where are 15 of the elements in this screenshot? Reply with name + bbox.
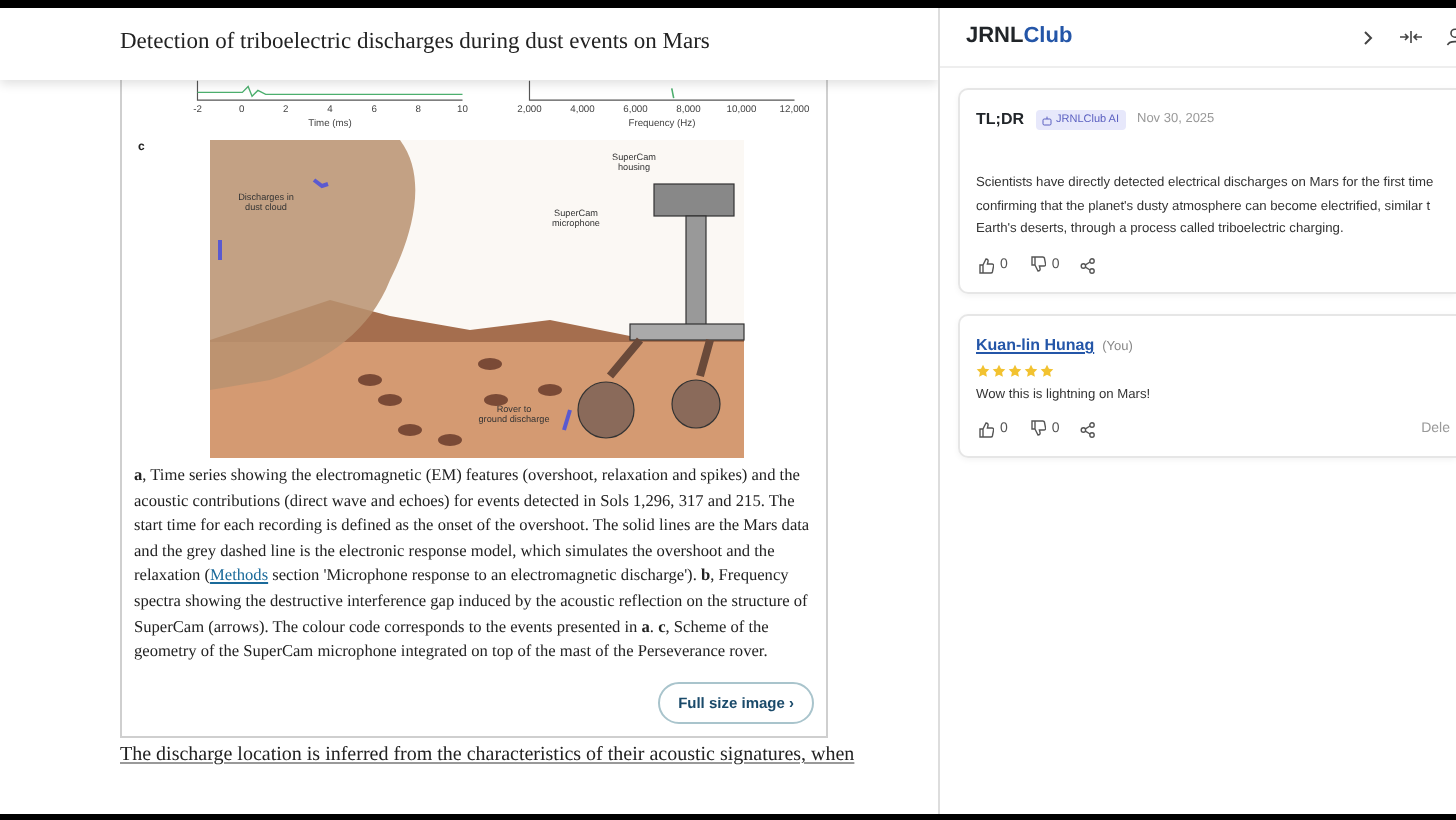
share-icon[interactable] [1079, 421, 1096, 438]
summary-title: TL;DR [976, 108, 1024, 132]
thumbs-down-icon [1027, 256, 1046, 275]
share-icon[interactable] [1079, 257, 1096, 274]
thumbs-up-icon [976, 420, 994, 439]
chevron-right-icon[interactable] [1360, 29, 1376, 45]
thumbs-up-icon [976, 256, 994, 275]
article-title: Detection of triboelectric discharges during dust events on Mars [120, 30, 710, 58]
thumbs-down-icon [1027, 420, 1046, 439]
methods-link[interactable]: Methods [210, 566, 269, 585]
author-link[interactable]: Kuan-lin Hunag [976, 334, 1095, 358]
collapse-icon[interactable] [1400, 30, 1422, 44]
jrnlclub-logo: JRNLClub [966, 22, 1073, 53]
article-paragraph: The discharge location is inferred from the characteristics of their acoustic signatures, when [120, 744, 857, 768]
figure-caption: a, Time series showing the electromagnetic (EM) features (overshoot, relaxation and spikes) and the acoustic contributions (direct wave and echoes) for events detected in Sols 1,296, 317 and 215. The start time for each recording is defined as the onset of the overshoot. The solid lines are the Mars data and the grey dashed line is the electronic response model, which simulates the overshoot and the relaxation (Methods section 'Microphone response to an electromagnetic discharge'). b, Frequency spectra showing the destructive interference gap induced by the acoustic reflection on the structure of SuperCam (arrows). The colour code corresponds to the events presented in a. c, Scheme of the geometry of the SuperCam microphone integrated on top of the mast of the Perseverance rover. [134, 464, 812, 665]
